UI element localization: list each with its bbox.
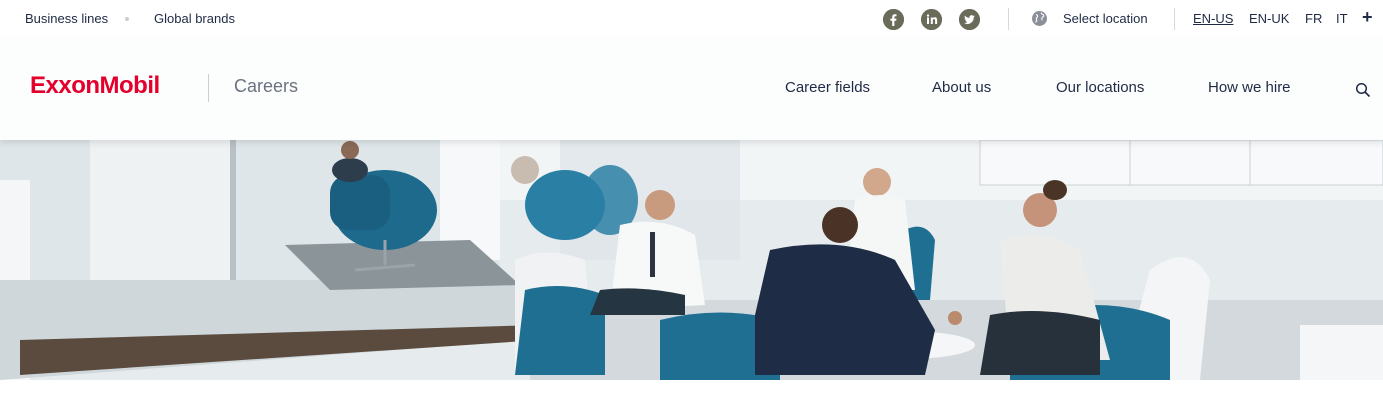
- language-en-us[interactable]: EN-US: [1193, 11, 1233, 26]
- divider: [1008, 8, 1009, 30]
- business-lines-link[interactable]: Business lines: [25, 11, 108, 26]
- select-location-link[interactable]: Select location: [1063, 11, 1148, 26]
- more-languages-button[interactable]: +: [1362, 7, 1373, 28]
- nav-our-locations[interactable]: Our locations: [1056, 79, 1144, 96]
- facebook-icon[interactable]: [883, 9, 904, 30]
- office-meeting-photo: [0, 140, 1383, 380]
- language-it[interactable]: IT: [1336, 11, 1348, 26]
- main-header: ExxonMobil Careers Career fields About u…: [0, 38, 1383, 140]
- nav-how-we-hire[interactable]: How we hire: [1208, 79, 1291, 96]
- nav-career-fields[interactable]: Career fields: [785, 79, 870, 96]
- divider: [208, 74, 209, 102]
- utility-bar: Business lines Global brands Select loca…: [0, 0, 1383, 38]
- search-icon[interactable]: [1355, 82, 1371, 98]
- globe-icon: [1032, 11, 1047, 26]
- language-fr[interactable]: FR: [1305, 11, 1322, 26]
- divider-dot: [125, 17, 129, 21]
- twitter-icon[interactable]: [959, 9, 980, 30]
- global-brands-link[interactable]: Global brands: [154, 11, 235, 26]
- hero-image: [0, 140, 1383, 380]
- divider: [1174, 8, 1175, 30]
- language-en-uk[interactable]: EN-UK: [1249, 11, 1289, 26]
- nav-about-us[interactable]: About us: [932, 79, 991, 96]
- exxonmobil-logo[interactable]: ExxonMobil: [30, 72, 160, 100]
- section-title: Careers: [234, 76, 299, 96]
- linkedin-icon[interactable]: [921, 9, 942, 30]
